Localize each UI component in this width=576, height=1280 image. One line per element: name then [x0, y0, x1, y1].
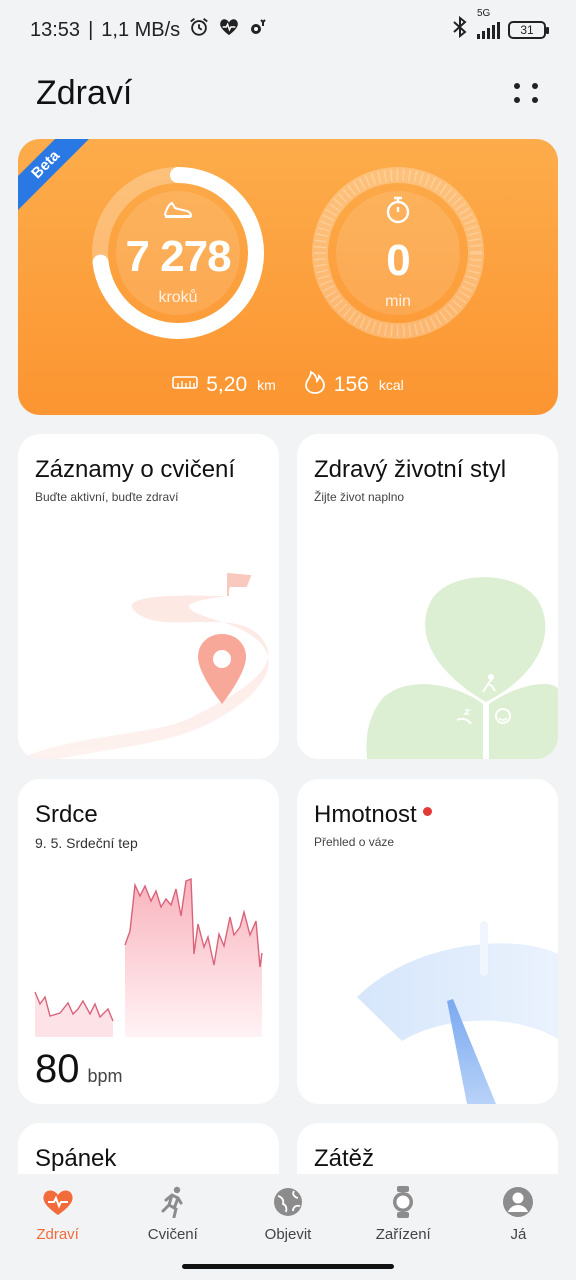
app-header: Zdraví — [0, 60, 576, 126]
shoe-icon — [163, 200, 193, 225]
dot-icon — [514, 97, 520, 103]
distance-value: 5,20 — [206, 372, 248, 396]
road-illustration — [18, 572, 269, 759]
nav-label-devices: Zařízení — [375, 1226, 431, 1243]
globe-icon — [270, 1184, 306, 1220]
running-icon — [155, 1184, 191, 1220]
heart-rate-unit: bpm — [87, 1066, 123, 1086]
healthy-lifestyle-card[interactable]: Zdravý životní styl Žijte život naplno — [297, 434, 558, 759]
sleep-title: Spánek — [35, 1145, 117, 1172]
status-net-speed: 1,1 MB/s — [101, 18, 181, 41]
steps-value: 7 278 — [125, 231, 231, 281]
more-options-button[interactable] — [512, 79, 540, 107]
steps-unit: kroků — [158, 288, 198, 306]
weight-gauge-illustration — [357, 921, 558, 1104]
calories-stat: 156 kcal — [304, 369, 404, 400]
profile-icon — [500, 1184, 536, 1220]
heart-rate-value: 80 — [35, 1047, 80, 1091]
calories-unit: kcal — [378, 376, 404, 393]
nav-item-me[interactable]: Já — [461, 1184, 576, 1280]
status-time: 13:53 — [30, 18, 81, 41]
nav-label-me: Já — [510, 1226, 527, 1243]
activity-rings-card[interactable]: Beta 7 278 kroků 0 min 5,20 km 156 kcal — [18, 139, 558, 415]
heart-rate-reading: 80 bpm — [35, 1047, 123, 1092]
network-type-label: 5G — [477, 7, 491, 19]
stopwatch-icon — [385, 196, 411, 229]
flame-icon — [304, 369, 326, 400]
beta-badge: Beta — [18, 139, 97, 216]
dot-icon — [532, 83, 538, 89]
exercise-records-card[interactable]: Záznamy o cvičení Buďte aktivní, buďte z… — [18, 434, 279, 759]
distance-unit: km — [257, 376, 276, 393]
dot-icon — [514, 83, 520, 89]
clover-illustration — [366, 577, 558, 759]
battery-level: 31 — [520, 23, 534, 37]
battery-icon: 31 — [508, 21, 549, 39]
weight-card[interactable]: Hmotnost Přehled o váze — [297, 779, 558, 1104]
ruler-icon — [172, 374, 199, 395]
minutes-value: 0 — [386, 235, 411, 285]
nav-label-health: Zdraví — [36, 1226, 79, 1243]
page-title: Zdraví — [36, 73, 133, 112]
heart-rate-icon — [40, 1184, 76, 1220]
alarm-icon — [188, 16, 210, 44]
nav-item-health[interactable]: Zdraví — [0, 1184, 115, 1280]
distance-stat: 5,20 km — [172, 373, 276, 397]
watch-icon — [385, 1184, 421, 1220]
minutes-ring[interactable]: 0 min — [308, 163, 488, 343]
steps-ring[interactable]: 7 278 kroků — [88, 163, 268, 343]
heart-card[interactable]: Srdce 9. 5. Srdeční tep 80 bpm — [18, 779, 279, 1104]
home-indicator[interactable] — [182, 1264, 394, 1269]
status-bar: 13:53 | 1,1 MB/s 5G 31 — [0, 0, 576, 60]
signal-icon: 5G — [477, 8, 500, 39]
app-notification-icon — [248, 17, 268, 43]
bluetooth-icon — [451, 15, 469, 44]
health-status-icon — [218, 17, 240, 43]
calories-value: 156 — [333, 372, 369, 396]
stress-title: Zátěž — [314, 1145, 375, 1172]
nav-label-discover: Objevit — [264, 1226, 312, 1243]
minutes-unit: min — [385, 292, 411, 310]
nav-label-exercise: Cvičení — [147, 1226, 198, 1243]
dot-icon — [532, 97, 538, 103]
activity-stats: 5,20 km 156 kcal — [18, 369, 558, 400]
